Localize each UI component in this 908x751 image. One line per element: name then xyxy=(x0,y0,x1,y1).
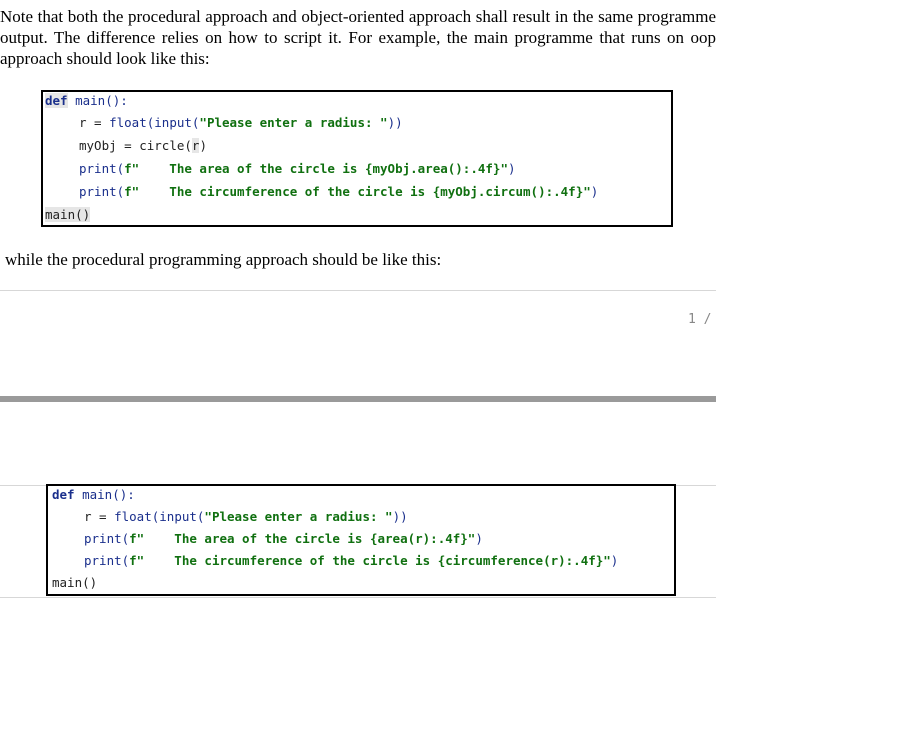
code-line-input: r = float(input("Please enter a radius: … xyxy=(79,115,403,130)
code-line-def: def main(): xyxy=(45,93,128,108)
code-line-print-area: print(f" The area of the circle is {area… xyxy=(84,531,483,546)
procedural-code-block: def main(): r = float(input("Please ente… xyxy=(46,484,676,596)
code-line-print-circum: print(f" The circumference of the circle… xyxy=(79,184,599,199)
code-line-object: myObj = circle(r) xyxy=(79,138,207,153)
divider xyxy=(0,290,716,291)
procedural-paragraph: while the procedural programming approac… xyxy=(5,250,442,269)
code-line-print-circum: print(f" The circumference of the circle… xyxy=(84,553,619,568)
code-line-def: def main(): xyxy=(52,487,135,502)
divider xyxy=(0,597,716,598)
oop-code-block: def main(): r = float(input("Please ente… xyxy=(41,90,673,227)
code-line-print-area: print(f" The area of the circle is {myOb… xyxy=(79,161,516,176)
code-line-main-call: main() xyxy=(45,207,91,222)
code-line-main-call: main() xyxy=(52,575,98,590)
page-separator xyxy=(0,396,716,402)
page-number: 1 / 2 xyxy=(688,312,716,327)
intro-paragraph: Note that both the procedural approach a… xyxy=(0,7,716,68)
code-line-input: r = float(input("Please enter a radius: … xyxy=(84,509,408,524)
